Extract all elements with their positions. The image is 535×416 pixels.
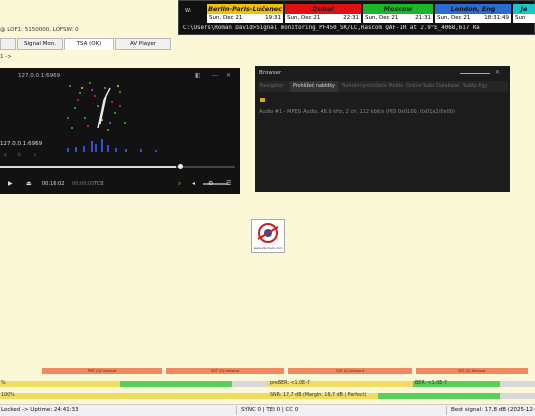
browser-tab-active[interactable]: Prohlížeč nabídky — [290, 81, 338, 92]
mute-icon[interactable]: ◧ — [195, 72, 201, 79]
clock-zone: Je Sun — [513, 4, 535, 24]
zone-value: Sun, Dec 21 19:31 — [207, 14, 283, 23]
snr-meters: 100% SNR: 17,7 dB (Margin: 16,7 dB | Per… — [0, 391, 535, 401]
zone-date: Sun — [515, 15, 526, 21]
browser-title: Browser — [259, 70, 282, 76]
zone-value: Sun, Dec 21 18:31:49 — [435, 14, 511, 23]
ber-left-label: % — [1, 381, 6, 386]
player-address: 127.0.0.1:6969 — [0, 141, 43, 147]
play-icon[interactable]: ▶ — [8, 180, 13, 187]
minimize-icon[interactable]: — — [212, 72, 218, 79]
zone-time: 18:31:49 — [484, 15, 509, 21]
zone-date: Sun, Dec 21 — [365, 15, 399, 21]
snr-meter-bar — [0, 393, 535, 399]
clock-zone: London, Eng Sun, Dec 21 18:31:49 — [435, 4, 511, 24]
browser-tab[interactable]: Online Subs Database — [406, 81, 459, 92]
stream-browser: Browser ✕ Navigátor Prohlížeč nabídky Na… — [255, 66, 510, 192]
player-stream-title: 127.0.0.1:6969 — [18, 73, 61, 79]
menu-icon[interactable]: ☰ — [226, 180, 231, 187]
zone-name: Je — [513, 4, 535, 14]
eject-icon[interactable]: ⏏ — [26, 180, 32, 187]
table-timeouts: PMT (0) timeout SDT (0) timeout CAT (0) … — [0, 368, 535, 375]
zone-name: London, Eng — [435, 4, 511, 14]
logo-text: www.lnbcheck.com — [253, 246, 283, 250]
zone-value: Sun — [513, 14, 535, 23]
pmt-timeout: PMT (0) timeout — [42, 368, 162, 374]
audio-track-item[interactable]: Audio #1 - MPEG Audio, 48.0 kHz, 2 ch, 1… — [259, 109, 455, 115]
ber-label: BER: <1,0E-7 — [415, 381, 448, 386]
volume-slider[interactable] — [203, 183, 228, 185]
window-label: W: — [185, 8, 192, 14]
browser-tab[interactable]: Nahrání prohlížeče Media — [342, 81, 403, 92]
constellation-display — [67, 82, 126, 131]
close-icon[interactable]: ✕ — [226, 72, 231, 79]
status-divider — [236, 406, 237, 415]
terminal-command-line: C:\Users\Roman David>Signal monitoring_P… — [183, 25, 480, 31]
tab-av-player[interactable]: AV Player — [115, 38, 171, 50]
clock-zone: Dubai Sun, Dec 21 22:31 — [285, 4, 361, 24]
zone-value: Sun, Dec 21 21:31 — [363, 14, 433, 23]
browser-tab[interactable]: Navigátor — [260, 81, 283, 92]
lnbcheck-logo: www.lnbcheck.com — [251, 219, 285, 253]
zone-time: 19:31 — [265, 15, 281, 21]
folder-icon[interactable] — [260, 98, 265, 102]
ber-meters: % preBER: <1,0E-7 BER: <1,0E-7 — [0, 379, 535, 389]
settings-icon[interactable]: ⚙ — [208, 180, 213, 187]
player-stat-label: a — [4, 153, 7, 158]
seek-bar[interactable] — [0, 166, 235, 168]
logo-emblem — [257, 223, 279, 243]
cat-timeout: CAT (0) timeout — [288, 368, 412, 374]
zone-name: Moscow — [363, 4, 433, 14]
browser-tab[interactable]: Subtp Egy — [463, 81, 488, 92]
nit-timeout: NIT (0) timeout — [416, 368, 528, 374]
clock-zone: Berlin-Paris-Lučenec Sun, Dec 21 19:31 — [207, 4, 283, 24]
tab-hidden[interactable] — [0, 38, 16, 50]
media-player: 127.0.0.1:6969 ◧ — ✕ 127.0.0.1:6969 a b … — [0, 68, 240, 194]
spectrum-bars — [67, 139, 157, 152]
player-stat-label: c — [34, 153, 37, 158]
playback-mode: TCB — [94, 181, 104, 187]
volume-icon[interactable]: ◂ — [192, 180, 195, 187]
snr-label: SNR: 17,7 dB (Margin: 16,7 dB | Perfect) — [270, 393, 367, 398]
time-total: 00:00:00 — [72, 181, 95, 187]
lnb-info: @ LOF1: 5150000, LOFSW: 0 — [0, 27, 79, 33]
input-line: 1 -> — [0, 54, 12, 60]
zone-time: 22:31 — [343, 15, 359, 21]
sdt-timeout: SDT (0) timeout — [166, 368, 284, 374]
sync-tei-cc-status: SYNC 0 | TEI 0 | CC 0 — [241, 407, 299, 413]
zone-value: Sun, Dec 21 22:31 — [285, 14, 361, 23]
zone-date: Sun, Dec 21 — [287, 15, 321, 21]
clock-zone: Moscow Sun, Dec 21 21:31 — [363, 4, 433, 24]
zone-date: Sun, Dec 21 — [209, 15, 243, 21]
zone-date: Sun, Dec 21 — [437, 15, 471, 21]
zone-name: Berlin-Paris-Lučenec — [207, 4, 283, 14]
ber-meter-bar — [0, 381, 535, 387]
signal-left-label: 100% — [1, 393, 15, 398]
lock-uptime-status: Locked -> Uptime: 24:41:33 — [1, 407, 79, 413]
tab-signal-mon[interactable]: Signal Mon. — [17, 38, 63, 50]
seek-handle[interactable] — [178, 164, 183, 169]
status-divider — [446, 406, 447, 415]
pre-ber-label: preBER: <1,0E-7 — [270, 381, 310, 386]
player-stat-label: b — [18, 153, 21, 158]
seek-fill — [0, 166, 177, 168]
time-current: 00:16:02 — [42, 181, 65, 187]
browser-tabs: Navigátor Prohlížeč nabídky Nahrání proh… — [258, 81, 508, 92]
best-signal-status: Best signal: 17,8 dB (2025-12-20 23 — [451, 407, 535, 413]
zoom-icon[interactable]: ⌕ — [178, 180, 181, 188]
status-bar: Locked -> Uptime: 24:41:33 SYNC 0 | TEI … — [0, 404, 535, 416]
zone-name: Dubai — [285, 4, 361, 14]
world-clock-window: W: Berlin-Paris-Lučenec Sun, Dec 21 19:31… — [178, 0, 535, 35]
zone-time: 21:31 — [415, 15, 431, 21]
browser-volume-slider[interactable] — [460, 73, 490, 74]
tab-tsa[interactable]: TSA (OK) — [64, 38, 114, 50]
browser-close-icon[interactable]: ✕ — [495, 69, 500, 76]
